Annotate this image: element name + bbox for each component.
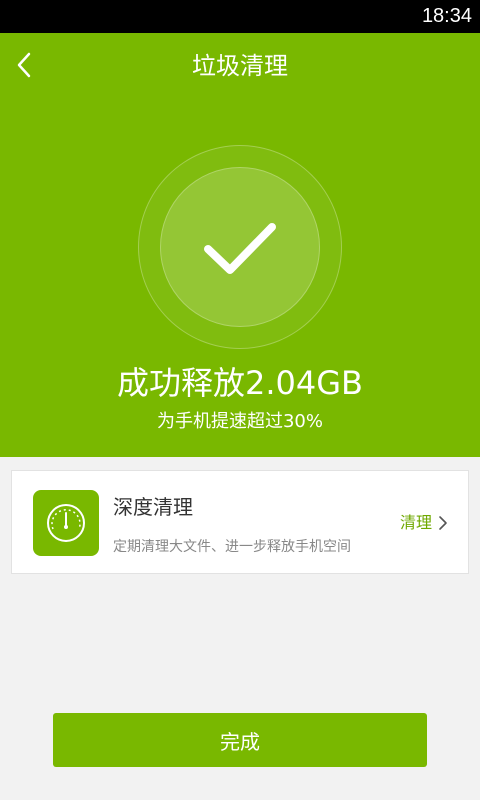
deep-clean-description: 定期清理大文件、进一步释放手机空间	[113, 539, 351, 555]
chevron-right-icon	[439, 516, 447, 530]
deep-clean-title: 深度清理	[113, 495, 193, 519]
app-header: 垃圾清理	[0, 33, 480, 99]
status-bar: 18:34	[0, 0, 480, 33]
result-hero: 垃圾清理 成功释放2.04GB 为手机提速超过30%	[0, 33, 480, 457]
speedup-subline: 为手机提速超过30%	[156, 411, 323, 432]
deep-clean-action[interactable]: 清理	[400, 512, 448, 534]
page-title: 垃圾清理	[192, 52, 288, 80]
freed-space-headline: 成功释放2.04GB	[116, 364, 363, 402]
speedometer-icon	[33, 490, 99, 556]
deep-clean-card[interactable]: 深度清理 定期清理大文件、进一步释放手机空间 清理	[11, 470, 469, 574]
done-button[interactable]: 完成	[53, 713, 427, 767]
status-time: 18:34	[421, 5, 472, 27]
checkmark-icon	[204, 223, 276, 274]
deep-clean-action-label: 清理	[399, 513, 432, 532]
